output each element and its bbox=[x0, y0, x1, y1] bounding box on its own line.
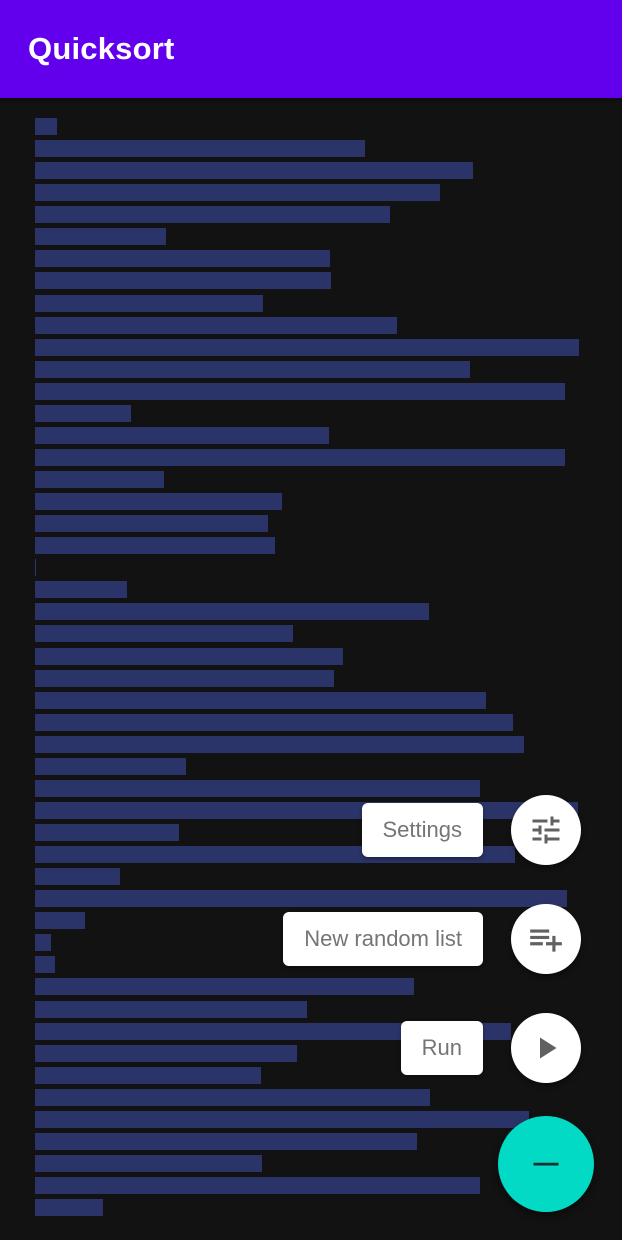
play-icon bbox=[528, 1030, 564, 1066]
list-bar bbox=[35, 206, 390, 224]
app-title: Quicksort bbox=[28, 31, 175, 66]
list-bar bbox=[35, 713, 513, 731]
list-bar bbox=[35, 625, 293, 643]
app-bar: Quicksort bbox=[0, 0, 622, 98]
list-bar bbox=[35, 294, 263, 312]
list-bar bbox=[35, 1177, 480, 1194]
settings-button[interactable] bbox=[511, 795, 581, 865]
run-label[interactable]: Run bbox=[400, 1021, 483, 1075]
list-bar bbox=[35, 1154, 262, 1172]
list-bar bbox=[35, 1088, 430, 1106]
list-bar bbox=[35, 382, 565, 400]
list-bar bbox=[35, 184, 440, 202]
new-random-list-label[interactable]: New random list bbox=[283, 912, 483, 966]
list-bar bbox=[35, 272, 331, 290]
list-bar bbox=[35, 493, 282, 511]
speed-dial-toggle-button[interactable] bbox=[498, 1116, 594, 1212]
list-bar bbox=[35, 978, 414, 996]
list-bar bbox=[35, 537, 275, 555]
list-bar bbox=[35, 404, 131, 422]
list-bar bbox=[35, 647, 343, 665]
new-random-list-action[interactable]: New random list bbox=[283, 904, 581, 974]
list-bar bbox=[35, 912, 85, 930]
list-bar bbox=[35, 1132, 417, 1150]
minus-icon bbox=[531, 1149, 561, 1179]
run-button[interactable] bbox=[511, 1013, 581, 1083]
list-bar bbox=[35, 1110, 529, 1128]
list-bar bbox=[35, 162, 473, 180]
list-bar bbox=[35, 515, 268, 533]
settings-action[interactable]: Settings bbox=[361, 795, 581, 865]
list-bar bbox=[35, 1199, 103, 1217]
new-random-list-button[interactable] bbox=[511, 904, 581, 974]
list-bar bbox=[35, 316, 397, 334]
playlist-add-icon bbox=[527, 920, 565, 958]
tune-icon bbox=[528, 812, 564, 848]
list-bar bbox=[35, 934, 51, 952]
list-bar bbox=[35, 1066, 261, 1084]
list-bar bbox=[35, 691, 486, 709]
list-bar bbox=[35, 1000, 307, 1018]
list-bar bbox=[35, 956, 55, 974]
list-bar bbox=[35, 118, 57, 135]
list-bar bbox=[35, 868, 120, 886]
list-bar bbox=[35, 360, 470, 378]
list-bar bbox=[35, 669, 334, 687]
settings-label[interactable]: Settings bbox=[361, 803, 483, 857]
list-bar bbox=[35, 228, 166, 246]
list-bar bbox=[35, 824, 179, 841]
list-bar bbox=[35, 1044, 297, 1062]
list-bar bbox=[35, 471, 164, 488]
list-bar bbox=[35, 250, 330, 268]
list-bar bbox=[35, 448, 565, 466]
list-bar bbox=[35, 559, 36, 577]
list-bar bbox=[35, 735, 524, 753]
list-bar bbox=[35, 581, 127, 599]
list-bar bbox=[35, 426, 329, 444]
list-bar bbox=[35, 757, 186, 775]
list-bar bbox=[35, 140, 365, 158]
list-bar bbox=[35, 338, 579, 356]
run-action[interactable]: Run bbox=[400, 1013, 581, 1083]
list-bar bbox=[35, 603, 429, 621]
